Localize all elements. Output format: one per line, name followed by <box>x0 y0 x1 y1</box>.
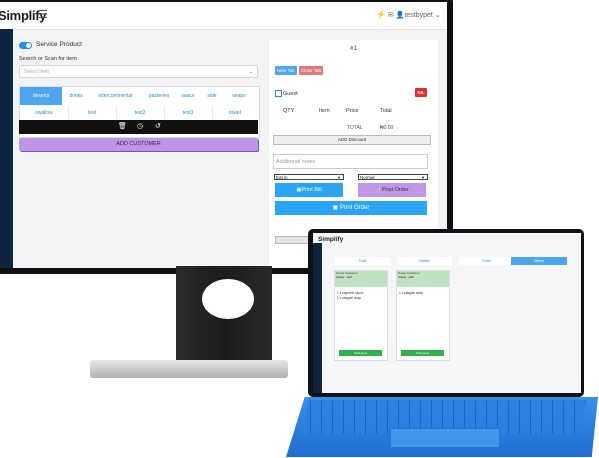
dine-mode-select[interactable]: Eat in ▼ <box>274 174 344 180</box>
category-tab[interactable]: wraps <box>224 91 254 101</box>
hamburger-icon[interactable]: ☰ <box>38 8 48 21</box>
tablet-tab[interactable]: Total <box>335 257 390 265</box>
service-product-toggle[interactable] <box>19 42 32 49</box>
top-icons: ⚡ ✉ 👤testbypet ⌄ <box>376 10 441 19</box>
total-label: TOTAL <box>347 125 363 131</box>
delivered-button[interactable]: Delivered <box>339 350 382 356</box>
priority-select[interactable]: Normal ▼ <box>358 174 428 180</box>
category-tab[interactable]: pasteries <box>144 91 174 101</box>
item-button[interactable]: towel <box>212 107 258 119</box>
item-button[interactable]: test3 <box>164 107 213 119</box>
nil-badge: NIL <box>415 88 427 97</box>
print-bill-button[interactable]: ▣Print Bill <box>275 183 343 197</box>
guest-label[interactable]: Guest <box>275 90 298 97</box>
new-tab-button[interactable]: New Tab <box>275 66 297 75</box>
tablet-tab[interactable]: Others <box>511 257 567 265</box>
category-tab[interactable]: side <box>202 91 222 101</box>
delivered-button[interactable]: Delivered <box>401 350 444 356</box>
item-select[interactable]: Select Item ⌄ <box>19 65 258 78</box>
dropdown-arrow-icon: ▼ <box>337 175 341 180</box>
top-bar: Simplify ☰ ⚡ ✉ 👤testbypet ⌄ <box>0 2 447 30</box>
lightning-icon[interactable]: ⚡ <box>376 10 386 19</box>
order-card: Guest Customer Waiter: staff 1 x cayenne … <box>334 270 388 361</box>
user-menu[interactable]: 👤testbypet ⌄ <box>396 12 441 19</box>
add-discount-button[interactable]: ADD Discount <box>273 135 431 145</box>
item-button[interactable]: test <box>68 107 117 119</box>
tablet-sidebar <box>313 243 322 393</box>
tablet-tab[interactable]: Kitchen <box>397 257 452 265</box>
column-header: Total <box>380 108 392 114</box>
column-header: Item <box>319 108 330 114</box>
order-card: Guest Customer Waiter: staff 1 x plaigain… <box>396 270 450 361</box>
category-tab[interactable]: intercontinental <box>88 91 143 101</box>
stand-hole <box>202 279 254 319</box>
trash-icon[interactable]: 🗑 <box>118 122 127 130</box>
print-order-button[interactable]: ▣ Print Order <box>275 201 427 215</box>
column-header: QTY <box>283 108 295 114</box>
post-order-button[interactable]: 🍴Post Order <box>358 183 426 197</box>
order-number: #1 <box>350 46 357 52</box>
timer-icon[interactable]: ◷ <box>137 122 143 130</box>
mail-icon[interactable]: ✉ <box>388 12 394 19</box>
category-tab[interactable]: sauce <box>174 91 202 101</box>
chevron-down-icon: ⌄ <box>248 69 253 75</box>
item-button[interactable]: test2 <box>116 107 165 119</box>
touchpad[interactable] <box>390 428 500 448</box>
sidebar <box>0 29 13 268</box>
add-customer-button[interactable]: ADD CUSTOMER <box>19 138 258 151</box>
item-button[interactable]: swallow <box>20 107 69 119</box>
tablet-tab[interactable]: Done <box>459 257 514 265</box>
search-label: Search or Scan for item <box>19 56 77 62</box>
tablet-screen: Simplify Total Kitchen Done Others Guest… <box>313 233 581 393</box>
item-toolbar: 🗑 ◷ ↺ <box>19 120 258 134</box>
close-tab-button[interactable]: Close Tab <box>299 66 323 75</box>
service-product-label: Service Product <box>36 41 82 48</box>
column-header: Price <box>346 108 359 114</box>
undo-icon[interactable]: ↺ <box>155 122 161 130</box>
monitor-base <box>90 360 288 378</box>
total-value: ₦0.00 <box>380 125 394 131</box>
tablet-brand: Simplify <box>318 236 344 243</box>
category-tab[interactable]: deserts <box>20 87 62 105</box>
dropdown-arrow-icon: ▼ <box>421 175 425 180</box>
category-tab[interactable]: drinks <box>64 91 88 101</box>
notes-input[interactable]: Additional notes <box>273 154 428 169</box>
user-icon <box>275 90 282 97</box>
